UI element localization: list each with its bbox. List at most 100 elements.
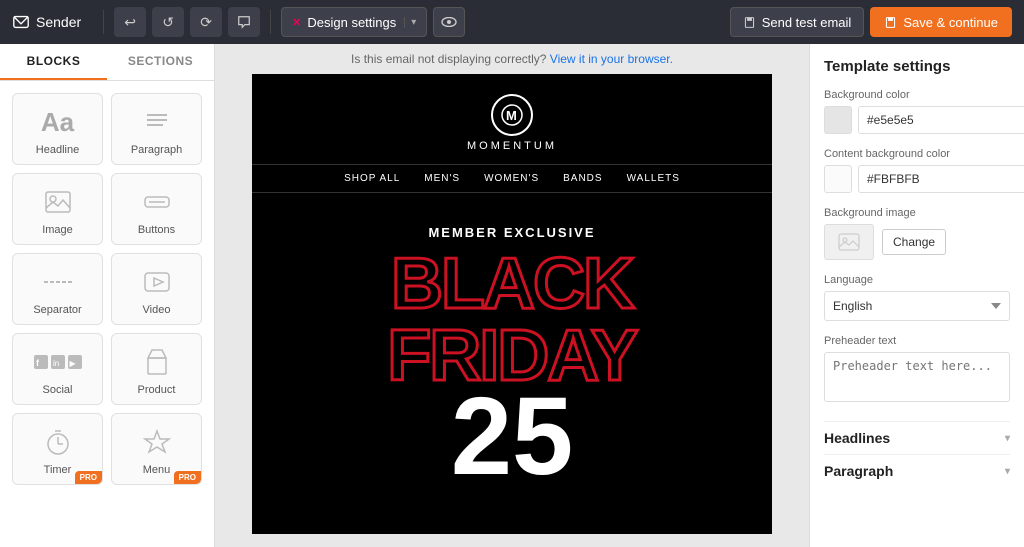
block-timer-pro-badge: PRO — [75, 471, 102, 484]
toolbar-divider-1 — [103, 10, 104, 34]
nav-wallets[interactable]: WALLETS — [627, 173, 680, 184]
app-logo: Sender — [12, 13, 81, 31]
buttons-icon — [141, 186, 173, 218]
design-settings-chevron-icon: ▾ — [404, 17, 416, 28]
email-nav: SHOP ALL MEN'S WOMEN'S BANDS WALLETS — [252, 164, 772, 193]
redo-button[interactable]: ↺ — [152, 7, 184, 37]
svg-text:in: in — [53, 359, 59, 368]
undo-button[interactable]: ↩ — [114, 7, 146, 37]
preview-button[interactable] — [433, 7, 465, 37]
logo-text: Sender — [36, 14, 81, 30]
send-test-button[interactable]: Send test email — [730, 7, 865, 37]
email-subheading: MEMBER EXCLUSIVE — [282, 225, 742, 240]
content-bg-color-field: Content background color — [824, 148, 1010, 193]
logo-icon — [12, 13, 30, 31]
bg-color-row — [824, 106, 1010, 134]
preheader-input[interactable] — [824, 352, 1010, 402]
comment-button[interactable] — [228, 7, 260, 37]
eye-icon — [441, 17, 457, 27]
template-settings-title: Template settings — [824, 58, 1010, 75]
email-header: M MOMENTUM SHOP ALL MEN'S WOMEN'S BANDS … — [252, 74, 772, 205]
bg-image-thumbnail — [824, 224, 874, 260]
headline-icon: Aa — [41, 106, 74, 138]
block-paragraph-label: Paragraph — [131, 144, 182, 156]
timer-icon — [45, 426, 71, 458]
headlines-chevron-icon: ▾ — [1005, 433, 1010, 444]
design-settings-button[interactable]: ✕ Design settings ▾ — [281, 7, 427, 37]
logo-circle: M — [491, 94, 533, 136]
content-bg-color-row — [824, 165, 1010, 193]
paragraph-chevron-icon: ▾ — [1005, 466, 1010, 477]
bg-image-label: Background image — [824, 207, 1010, 219]
block-menu-pro-badge: PRO — [174, 471, 201, 484]
block-separator[interactable]: Separator — [12, 253, 103, 325]
email-number: 25 — [282, 382, 742, 492]
send-test-label: Send test email — [762, 15, 852, 30]
design-settings-label: Design settings — [307, 15, 396, 30]
history-button[interactable]: ⟳ — [190, 7, 222, 37]
block-video[interactable]: Video — [111, 253, 202, 325]
content-bg-color-input[interactable] — [858, 165, 1024, 193]
nav-shop-all[interactable]: SHOP ALL — [344, 173, 400, 184]
block-product-label: Product — [138, 384, 176, 396]
tab-sections[interactable]: SECTIONS — [107, 44, 214, 80]
block-image[interactable]: Image — [12, 173, 103, 245]
email-logo: M MOMENTUM — [467, 94, 557, 152]
block-paragraph[interactable]: Paragraph — [111, 93, 202, 165]
svg-text:M: M — [506, 108, 517, 123]
block-social-label: Social — [43, 384, 73, 396]
social-icon: f in ▶ — [34, 346, 82, 378]
change-bg-image-button[interactable]: Change — [882, 229, 946, 255]
save-icon — [743, 16, 756, 29]
block-headline-label: Headline — [36, 144, 79, 156]
block-menu-label: Menu — [143, 464, 171, 476]
email-big-line1: BLACK — [282, 248, 742, 320]
canvas-notice: Is this email not displaying correctly? … — [351, 52, 673, 66]
preheader-field: Preheader text — [824, 335, 1010, 407]
language-select[interactable]: English Spanish French German — [824, 291, 1010, 321]
content-bg-color-swatch[interactable] — [824, 165, 852, 193]
canvas-notice-link[interactable]: View it in your browser. — [550, 52, 673, 66]
block-timer[interactable]: Timer PRO — [12, 413, 103, 485]
bg-color-input[interactable] — [858, 106, 1024, 134]
canvas-area: Is this email not displaying correctly? … — [215, 44, 809, 547]
left-sidebar: BLOCKS SECTIONS Aa Headline Paragraph — [0, 44, 215, 547]
video-icon — [143, 266, 171, 298]
block-product[interactable]: Product — [111, 333, 202, 405]
save-continue-icon — [884, 16, 897, 29]
block-separator-label: Separator — [33, 304, 81, 316]
block-headline[interactable]: Aa Headline — [12, 93, 103, 165]
bg-image-field: Background image Change — [824, 207, 1010, 260]
paragraph-label: Paragraph — [824, 463, 893, 479]
preheader-label: Preheader text — [824, 335, 1010, 347]
nav-bands[interactable]: BANDS — [563, 173, 602, 184]
blocks-grid: Aa Headline Paragraph Image — [0, 81, 214, 497]
block-buttons[interactable]: Buttons — [111, 173, 202, 245]
save-continue-button[interactable]: Save & continue — [870, 7, 1012, 37]
block-image-label: Image — [42, 224, 73, 236]
bg-color-swatch[interactable] — [824, 106, 852, 134]
bg-image-placeholder-icon — [838, 233, 860, 251]
momentum-logo-icon: M — [500, 103, 524, 127]
block-video-label: Video — [143, 304, 171, 316]
paragraph-icon — [145, 106, 169, 138]
paragraph-section[interactable]: Paragraph ▾ — [824, 454, 1010, 479]
block-buttons-label: Buttons — [138, 224, 175, 236]
block-social[interactable]: f in ▶ Social — [12, 333, 103, 405]
toolbar-divider-2 — [270, 10, 271, 34]
bg-image-row: Change — [824, 224, 1010, 260]
headlines-section[interactable]: Headlines ▾ — [824, 421, 1010, 446]
save-continue-label: Save & continue — [903, 15, 998, 30]
tab-blocks[interactable]: BLOCKS — [0, 44, 107, 80]
separator-icon — [42, 266, 74, 298]
block-menu[interactable]: Menu PRO — [111, 413, 202, 485]
language-label: Language — [824, 274, 1010, 286]
main-layout: BLOCKS SECTIONS Aa Headline Paragraph — [0, 44, 1024, 547]
bg-color-field: Background color — [824, 89, 1010, 134]
nav-mens[interactable]: MEN'S — [424, 173, 460, 184]
headlines-label: Headlines — [824, 430, 890, 446]
toolbar: Sender ↩ ↺ ⟳ ✕ Design settings ▾ Send te… — [0, 0, 1024, 44]
svg-text:▶: ▶ — [69, 359, 76, 368]
nav-womens[interactable]: WOMEN'S — [484, 173, 539, 184]
content-bg-color-label: Content background color — [824, 148, 1010, 160]
